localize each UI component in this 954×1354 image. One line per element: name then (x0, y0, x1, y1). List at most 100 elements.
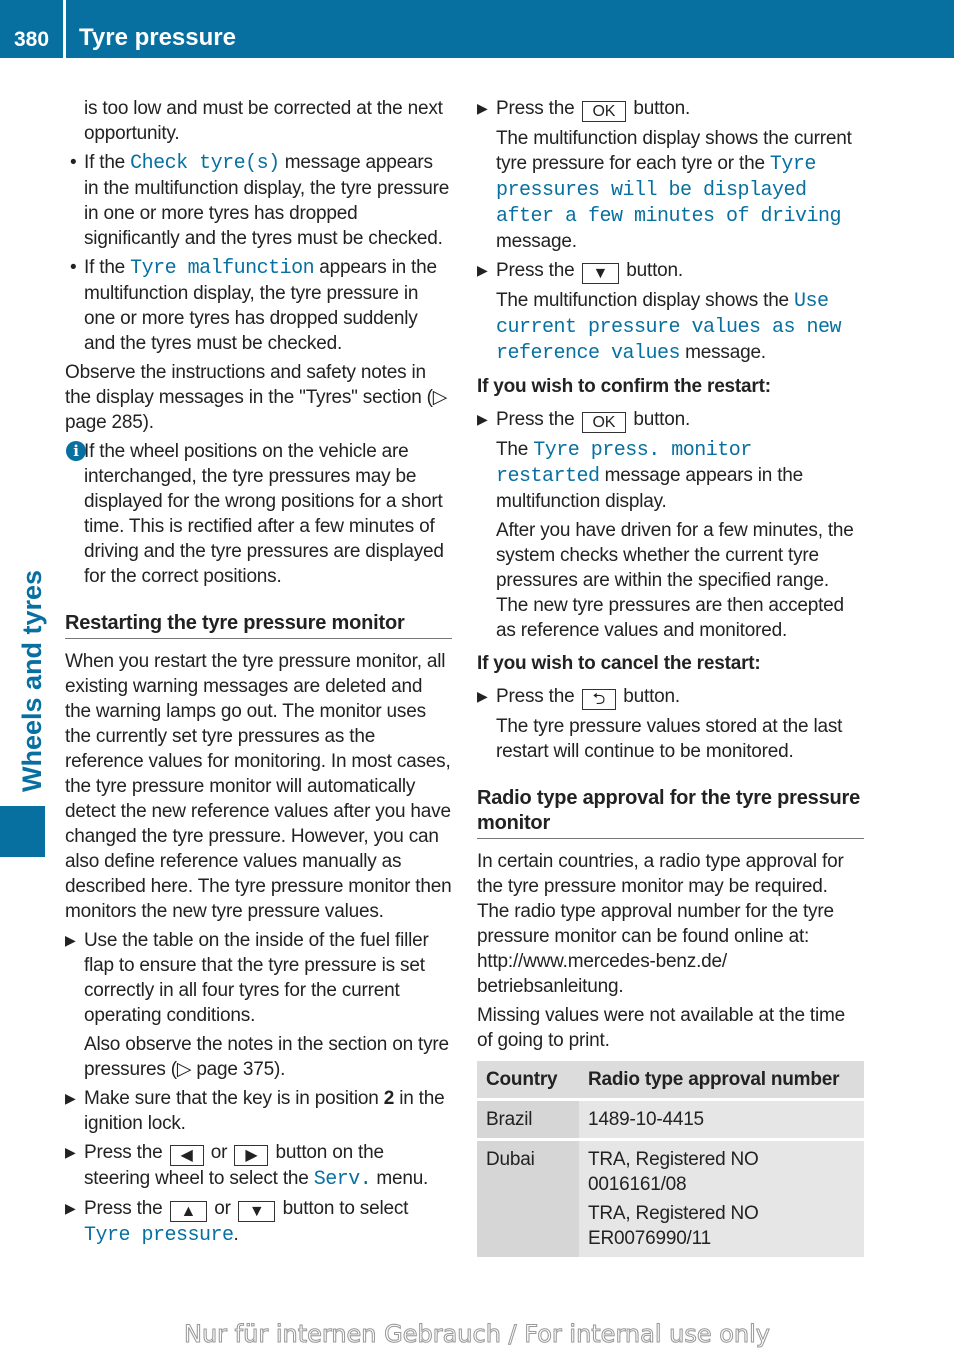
section-heading: Radio type approval for the tyre pressur… (477, 786, 864, 839)
text: . (233, 1224, 239, 1245)
page-header: 380 Tyre pressure (0, 0, 954, 58)
text: Also observe the notes in the section on… (84, 1034, 449, 1080)
section-heading: If you wish to confirm the restart: (477, 374, 864, 399)
text: button. (628, 98, 691, 119)
side-tab-marker (0, 806, 45, 857)
text: or (209, 1198, 236, 1219)
text: message. (496, 231, 577, 252)
text: Press the (496, 686, 580, 707)
paragraph: In certain countries, a radio type appro… (477, 849, 864, 999)
instruction-step: ▶ Make sure that the key is in position 2… (65, 1086, 452, 1136)
bullet-item: • If the Tyre malfunction appears in the … (65, 255, 452, 356)
paragraph: Observe the instructions and safety note… (65, 360, 452, 435)
bullet-icon: • (70, 257, 77, 278)
text: Observe the instructions and safety note… (65, 362, 448, 433)
table-header-number: Radio type approval number (579, 1061, 864, 1101)
display-message: Tyre malfunction (130, 257, 315, 280)
instruction-step: ▶ Press the OK button. (477, 96, 864, 122)
approval-number: TRA, Registered NO ER0076990/11 (588, 1203, 759, 1249)
text: Press the (496, 409, 580, 430)
text: button. (618, 686, 680, 707)
page-title: Tyre pressure (79, 24, 236, 51)
paragraph: When you restart the tyre pressure monit… (65, 649, 452, 924)
text: Make sure that the key is in position (84, 1088, 384, 1109)
text: Restarting the tyre pressure monitor (65, 612, 405, 634)
paragraph: is too low and must be corrected at the … (65, 96, 452, 146)
arrow-marker-icon: ▶ (477, 100, 488, 116)
country-cell: Dubai (477, 1139, 579, 1260)
text: Press the (496, 260, 580, 281)
text: Missing values were not available at the… (477, 1005, 846, 1051)
paragraph: The multifunction display shows the curr… (477, 126, 864, 254)
table-header-country: Country (477, 1061, 579, 1101)
text: If the wheel positions on the vehicle ar… (84, 441, 444, 587)
info-icon: i (66, 441, 86, 461)
text: If you wish to confirm the restart: (477, 376, 771, 397)
button-key-icon: ▼ (237, 1201, 276, 1222)
text: If the (84, 257, 131, 278)
paragraph: After you have driven for a few minutes,… (477, 518, 864, 643)
watermark: Nur für internen Gebrauch / For internal… (184, 1320, 771, 1349)
instruction-step: ▶ Use the table on the inside of the fuel… (65, 928, 452, 1028)
button-key-icon: ◀ (169, 1145, 204, 1166)
text: Radio type approval for the tyre pressur… (477, 787, 861, 834)
approval-number-cell: TRA, Registered NO 0016161/08 TRA, Regist… (579, 1139, 864, 1260)
text: After you have driven for a few minutes,… (496, 520, 854, 641)
text: If the (84, 152, 131, 173)
arrow-marker-icon: ▶ (477, 688, 488, 704)
approval-number: 1489-10-4415 (588, 1109, 704, 1130)
bullet-icon: • (70, 152, 77, 173)
button-key-icon: ⮌ (581, 689, 617, 710)
instruction-step: ▶ Press the ▼ button. (477, 258, 864, 284)
left-column: is too low and must be corrected at the … (65, 96, 452, 1252)
right-column: ▶ Press the OK button. The multifunction d… (477, 96, 864, 1260)
instruction-step: ▶ Press the ⮌ button. (477, 684, 864, 710)
text: The (496, 439, 534, 460)
display-message: Serv. (313, 1168, 372, 1191)
display-message: Tyre pressure (84, 1224, 234, 1247)
paragraph: Missing values were not available at the… (477, 1003, 864, 1053)
key-position: 2 (383, 1088, 395, 1109)
text: button. (621, 260, 683, 281)
info-note: i If the wheel positions on the vehicle a… (65, 439, 452, 589)
text: Press the (84, 1198, 168, 1219)
instruction-step: ▶ Press the ◀ or ▶ button on the steering… (65, 1140, 452, 1192)
text: message. (680, 342, 766, 363)
page-number: 380 (13, 28, 50, 51)
button-key-icon: ▲ (169, 1201, 208, 1222)
text: Press the (496, 98, 580, 119)
approval-number-cell: 1489-10-4415 (579, 1099, 864, 1141)
arrow-marker-icon: ▶ (65, 1090, 76, 1106)
arrow-marker-icon: ▶ (65, 1200, 76, 1216)
text: button to select (277, 1198, 409, 1219)
section-heading: Restarting the tyre pressure monitor (65, 611, 452, 639)
instruction-step: ▶ Press the OK button. (477, 407, 864, 433)
arrow-marker-icon: ▶ (477, 262, 488, 278)
text: Press the (84, 1142, 168, 1163)
header-divider (63, 0, 66, 58)
paragraph: The multifunction display shows the Use … (477, 288, 864, 366)
section-heading: If you wish to cancel the restart: (477, 651, 864, 676)
paragraph: The tyre pressure values stored at the l… (477, 714, 864, 764)
side-tab-label: Wheels and tyres (17, 569, 47, 792)
button-key-icon: ▼ (581, 263, 620, 284)
text: The multifunction display shows the (496, 290, 795, 311)
display-message: Check tyre(s) (130, 152, 280, 175)
text: menu. (371, 1168, 429, 1189)
arrow-marker-icon: ▶ (65, 932, 76, 948)
text: In certain countries, a radio type appro… (477, 851, 844, 997)
instruction-step: ▶ Press the ▲ or ▼ button to select Tyre … (65, 1196, 452, 1248)
table-row: Brazil 1489-10-4415 (477, 1099, 864, 1141)
arrow-marker-icon: ▶ (477, 411, 488, 427)
paragraph: The Tyre press. monitor restarted messag… (477, 437, 864, 514)
approval-table: Country Radio type approval number Brazi… (477, 1061, 864, 1260)
arrow-marker-icon: ▶ (65, 1144, 76, 1160)
text: When you restart the tyre pressure monit… (65, 651, 452, 922)
bullet-item: • If the Check tyre(s) message appears in… (65, 150, 452, 251)
country-cell: Brazil (477, 1099, 579, 1141)
text: or (205, 1142, 233, 1163)
button-key-icon: OK (581, 412, 627, 433)
text: is too low and must be corrected at the … (84, 98, 443, 144)
button-key-icon: ▶ (234, 1145, 269, 1166)
paragraph: Also observe the notes in the section on… (65, 1032, 452, 1082)
